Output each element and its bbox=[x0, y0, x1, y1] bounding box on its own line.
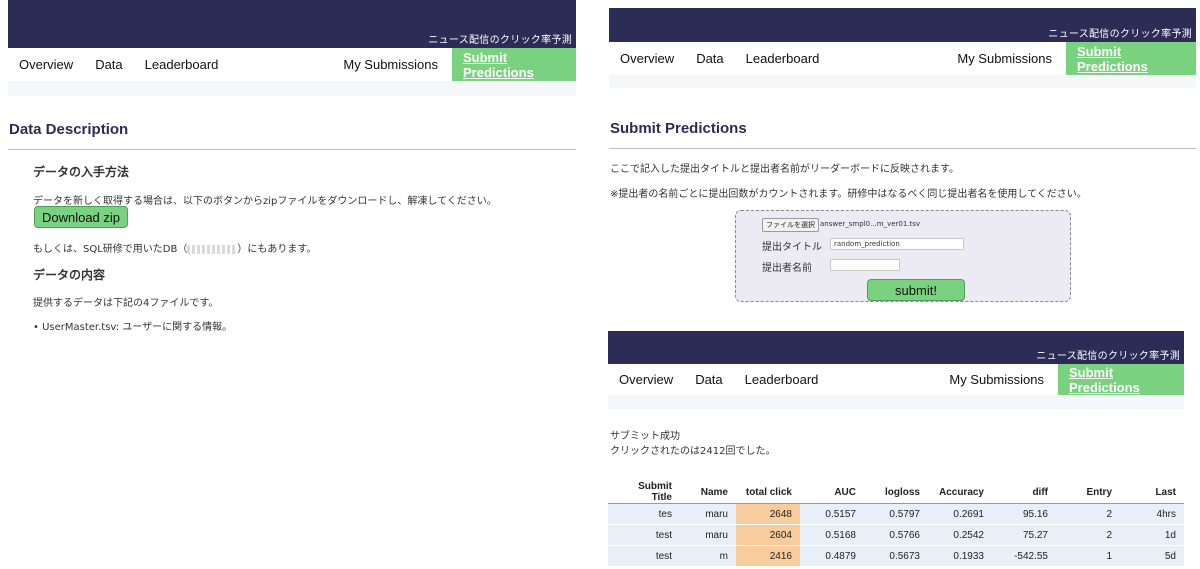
click-count-message: クリックされたのは2412回でした。 bbox=[610, 446, 776, 457]
cell-entry: 1 bbox=[1056, 545, 1120, 567]
bullet-icon: • bbox=[33, 322, 39, 331]
section-title-contents: データの内容 bbox=[33, 268, 106, 282]
nav-submit-predictions[interactable]: Submit Predictions bbox=[452, 48, 576, 81]
submitter-name-input[interactable] bbox=[830, 259, 900, 271]
alt-source-text: もしくは、SQL研修で用いたDB（ ）にもあります。 bbox=[33, 240, 316, 255]
cell-auc: 0.5168 bbox=[800, 524, 864, 546]
alt-source-suffix: ）にもあります。 bbox=[237, 244, 317, 255]
col-auc: AUC bbox=[800, 481, 864, 504]
divider bbox=[8, 149, 576, 150]
cell-logloss: 0.5673 bbox=[864, 545, 928, 567]
col-submit-title: Submit Title bbox=[608, 481, 680, 504]
nav-data[interactable]: Data bbox=[685, 51, 734, 66]
data-description-panel: ニュース配信のクリック率予測 Overview Data Leaderboard… bbox=[8, 0, 576, 331]
file-item-text: UserMaster.tsv: ユーザーに関する情報。 bbox=[42, 322, 233, 331]
table-header-row: Submit Title Name total click AUC loglos… bbox=[608, 481, 1184, 504]
cell-last: 4hrs bbox=[1120, 503, 1184, 525]
cell-name: m bbox=[680, 545, 736, 567]
submitter-name-label: 提出者名前 bbox=[762, 263, 812, 274]
nav-submit-predictions[interactable]: Submit Predictions bbox=[1058, 364, 1184, 395]
cell-submit-title: tes bbox=[608, 503, 680, 525]
table-row: test m 2416 0.4879 0.5673 0.1933 -542.55… bbox=[608, 545, 1184, 567]
cell-diff: 95.16 bbox=[992, 503, 1056, 525]
page-title: Data Description bbox=[9, 121, 129, 138]
header-banner: ニュース配信のクリック率予測 bbox=[609, 8, 1196, 42]
col-accuracy: Accuracy bbox=[928, 481, 992, 504]
download-zip-button[interactable]: Download zip bbox=[34, 206, 128, 228]
list-item: • UserMaster.tsv: ユーザーに関する情報。 bbox=[33, 318, 232, 331]
cell-name: maru bbox=[680, 503, 736, 525]
cell-logloss: 0.5766 bbox=[864, 524, 928, 546]
choose-file-button[interactable]: ファイルを選択 bbox=[762, 218, 819, 232]
cell-diff: -542.55 bbox=[992, 545, 1056, 567]
section-title-download: データの入手方法 bbox=[33, 165, 130, 179]
col-logloss: logloss bbox=[864, 481, 928, 504]
cell-submit-title: test bbox=[608, 545, 680, 567]
nav-my-submissions[interactable]: My Submissions bbox=[938, 372, 1058, 387]
submit-content: Submit Predictions ここで記入した提出タイトルと提出者名前がリ… bbox=[609, 88, 1196, 316]
contents-description: 提供するデータは下記の4ファイルです。 bbox=[33, 298, 219, 309]
cell-accuracy: 0.2542 bbox=[928, 524, 992, 546]
page-title: Submit Predictions bbox=[610, 120, 747, 137]
nav-my-submissions[interactable]: My Submissions bbox=[332, 57, 452, 72]
nav-leaderboard[interactable]: Leaderboard bbox=[134, 57, 230, 72]
cell-auc: 0.5157 bbox=[800, 503, 864, 525]
cell-name: maru bbox=[680, 524, 736, 546]
cell-last: 1d bbox=[1120, 524, 1184, 546]
instruction-line-1: ここで記入した提出タイトルと提出者名前がリーダーボードに反映されます。 bbox=[610, 164, 959, 175]
success-message: サブミット成功 bbox=[610, 431, 680, 442]
table-row: tes maru 2648 0.5157 0.5797 0.2691 95.16… bbox=[608, 503, 1184, 525]
site-title: ニュース配信のクリック率予測 bbox=[1048, 29, 1192, 40]
cell-logloss: 0.5797 bbox=[864, 503, 928, 525]
download-instructions: データを新しく取得する場合は、以下のボタンからzipファイルをダウンロードし、解… bbox=[33, 196, 497, 207]
header-banner: ニュース配信のクリック率予測 bbox=[608, 331, 1184, 364]
cell-total-click: 2416 bbox=[736, 545, 800, 567]
table-row: test maru 2604 0.5168 0.5766 0.2542 75.2… bbox=[608, 524, 1184, 546]
header-banner: ニュース配信のクリック率予測 bbox=[8, 0, 576, 48]
nav-bar: Overview Data Leaderboard My Submissions… bbox=[609, 42, 1196, 75]
col-diff: diff bbox=[992, 481, 1056, 504]
nav-bar: Overview Data Leaderboard My Submissions… bbox=[8, 48, 576, 81]
upload-form: ファイルを選択 answer_smpl0...m_ver01.tsv 提出タイト… bbox=[735, 210, 1071, 302]
nav-bar: Overview Data Leaderboard My Submissions… bbox=[608, 364, 1184, 395]
instruction-line-2: ※提出者の名前ごとに提出回数がカウントされます。研修中はなるべく同じ提出者名を使… bbox=[610, 189, 1087, 200]
redacted-db-name bbox=[187, 244, 238, 254]
selected-file-name: answer_smpl0...m_ver01.tsv bbox=[820, 220, 921, 228]
col-total-click: total click bbox=[736, 481, 800, 504]
cell-accuracy: 0.1933 bbox=[928, 545, 992, 567]
cell-total-click: 2604 bbox=[736, 524, 800, 546]
submit-title-input[interactable]: random_prediction bbox=[830, 238, 964, 250]
submit-title-label: 提出タイトル bbox=[762, 242, 822, 253]
results-table: Submit Title Name total click AUC loglos… bbox=[608, 481, 1184, 567]
cell-last: 5d bbox=[1120, 545, 1184, 567]
cell-total-click: 2648 bbox=[736, 503, 800, 525]
alt-source-prefix: もしくは、SQL研修で用いたDB（ bbox=[33, 244, 188, 255]
cell-auc: 0.4879 bbox=[800, 545, 864, 567]
col-entry: Entry bbox=[1056, 481, 1120, 504]
nav-submit-predictions[interactable]: Submit Predictions bbox=[1066, 42, 1196, 75]
site-title: ニュース配信のクリック率予測 bbox=[1036, 351, 1180, 362]
site-title: ニュース配信のクリック率予測 bbox=[428, 35, 572, 46]
cell-entry: 2 bbox=[1056, 503, 1120, 525]
submission-result-panel: ニュース配信のクリック率予測 Overview Data Leaderboard… bbox=[608, 331, 1184, 569]
nav-data[interactable]: Data bbox=[84, 57, 133, 72]
divider bbox=[609, 148, 1196, 149]
col-last: Last bbox=[1120, 481, 1184, 504]
nav-overview[interactable]: Overview bbox=[609, 51, 685, 66]
cell-entry: 2 bbox=[1056, 524, 1120, 546]
nav-overview[interactable]: Overview bbox=[8, 57, 84, 72]
nav-data[interactable]: Data bbox=[684, 372, 733, 387]
result-content: サブミット成功 クリックされたのは2412回でした。 Submit Title … bbox=[608, 409, 1184, 569]
cell-diff: 75.27 bbox=[992, 524, 1056, 546]
submit-predictions-panel: ニュース配信のクリック率予測 Overview Data Leaderboard… bbox=[609, 8, 1196, 316]
nav-overview[interactable]: Overview bbox=[608, 372, 684, 387]
col-name: Name bbox=[680, 481, 736, 504]
cell-submit-title: test bbox=[608, 524, 680, 546]
cell-accuracy: 0.2691 bbox=[928, 503, 992, 525]
nav-leaderboard[interactable]: Leaderboard bbox=[734, 372, 830, 387]
data-content: Data Description データの入手方法 データを新しく取得する場合は… bbox=[8, 96, 576, 331]
nav-my-submissions[interactable]: My Submissions bbox=[946, 51, 1066, 66]
nav-leaderboard[interactable]: Leaderboard bbox=[735, 51, 831, 66]
submit-button[interactable]: submit! bbox=[867, 279, 965, 301]
